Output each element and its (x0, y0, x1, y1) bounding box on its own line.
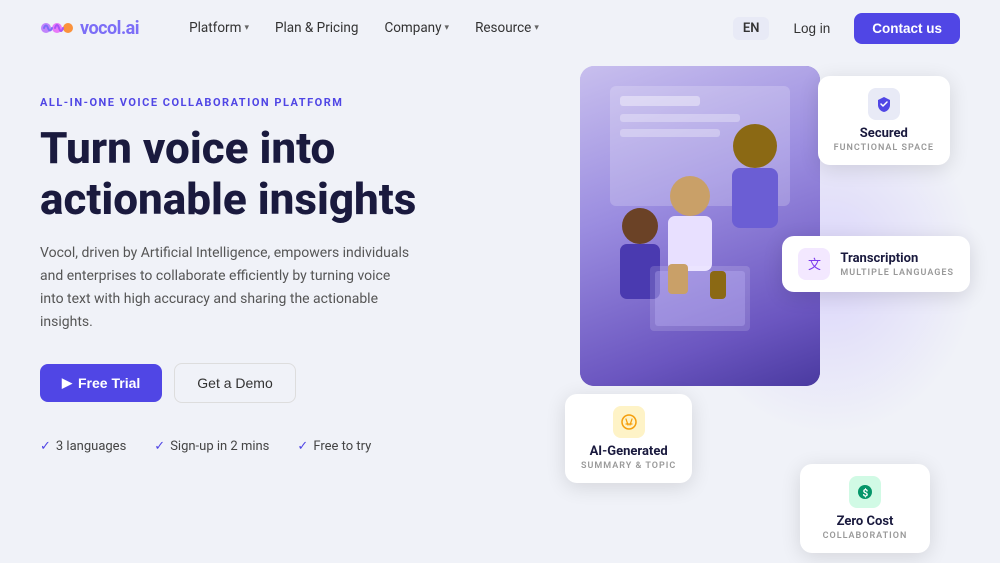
hero-section: ALL-IN-ONE VOICE COLLABORATION PLATFORM … (0, 56, 1000, 563)
hero-checkmarks: ✓ 3 languages ✓ Sign-up in 2 mins ✓ Free… (40, 439, 560, 454)
svg-text:$: $ (863, 487, 869, 500)
zero-cost-subtitle: COLLABORATION (816, 531, 914, 541)
ai-icon (613, 406, 645, 438)
card-ai-generated: AI-Generated SUMMARY & TOPIC (565, 394, 692, 483)
contact-button[interactable]: Contact us (854, 13, 960, 44)
hero-right: Secured FUNCTIONAL SPACE 文 Transcription… (560, 66, 960, 563)
nav-platform[interactable]: Platform ▾ (179, 14, 259, 42)
hero-buttons: ▶ Free Trial Get a Demo (40, 363, 560, 403)
hero-left: ALL-IN-ONE VOICE COLLABORATION PLATFORM … (40, 66, 560, 563)
card-zero-cost: $ Zero Cost COLLABORATION (800, 464, 930, 553)
check-free: ✓ Free to try (297, 439, 371, 454)
transcription-icon: 文 (798, 248, 830, 280)
trial-icon: ▶ (62, 375, 72, 391)
resource-chevron-icon: ▾ (534, 23, 539, 33)
hero-badge: ALL-IN-ONE VOICE COLLABORATION PLATFORM (40, 96, 560, 109)
navbar: vocol.ai Platform ▾ Plan & Pricing Compa… (0, 0, 1000, 56)
shield-icon (868, 88, 900, 120)
nav-resource[interactable]: Resource ▾ (465, 14, 549, 42)
check-icon-1: ✓ (40, 439, 51, 454)
nav-links: Platform ▾ Plan & Pricing Company ▾ Reso… (179, 14, 733, 42)
hero-image (580, 66, 820, 386)
photo-scene (580, 66, 820, 386)
card-secured: Secured FUNCTIONAL SPACE (818, 76, 950, 165)
card-transcription: 文 Transcription MULTIPLE LANGUAGES (782, 236, 970, 292)
hero-title: Turn voice into actionable insights (40, 123, 560, 224)
nav-company[interactable]: Company ▾ (374, 14, 459, 42)
check-icon-3: ✓ (297, 439, 308, 454)
ai-title: AI-Generated (581, 444, 676, 459)
ai-subtitle: SUMMARY & TOPIC (581, 461, 676, 471)
get-demo-button[interactable]: Get a Demo (174, 363, 295, 403)
platform-chevron-icon: ▾ (244, 23, 249, 33)
transcription-subtitle: MULTIPLE LANGUAGES (840, 268, 954, 278)
svg-text:文: 文 (808, 258, 821, 273)
check-languages: ✓ 3 languages (40, 439, 126, 454)
language-selector[interactable]: EN (733, 17, 770, 40)
secured-subtitle: FUNCTIONAL SPACE (834, 143, 934, 153)
dollar-icon: $ (849, 476, 881, 508)
hero-description: Vocol, driven by Artificial Intelligence… (40, 242, 410, 334)
logo-icon (40, 17, 74, 39)
transcription-title: Transcription (840, 251, 954, 266)
nav-pricing[interactable]: Plan & Pricing (265, 14, 368, 42)
logo-text: vocol.ai (80, 18, 139, 39)
zero-cost-title: Zero Cost (816, 514, 914, 529)
check-icon-2: ✓ (154, 439, 165, 454)
check-signup: ✓ Sign-up in 2 mins (154, 439, 269, 454)
free-trial-button[interactable]: ▶ Free Trial (40, 364, 162, 402)
secured-title: Secured (834, 126, 934, 141)
nav-right: EN Log in Contact us (733, 13, 960, 44)
company-chevron-icon: ▾ (445, 23, 450, 33)
login-button[interactable]: Log in (777, 14, 846, 43)
logo[interactable]: vocol.ai (40, 17, 139, 39)
